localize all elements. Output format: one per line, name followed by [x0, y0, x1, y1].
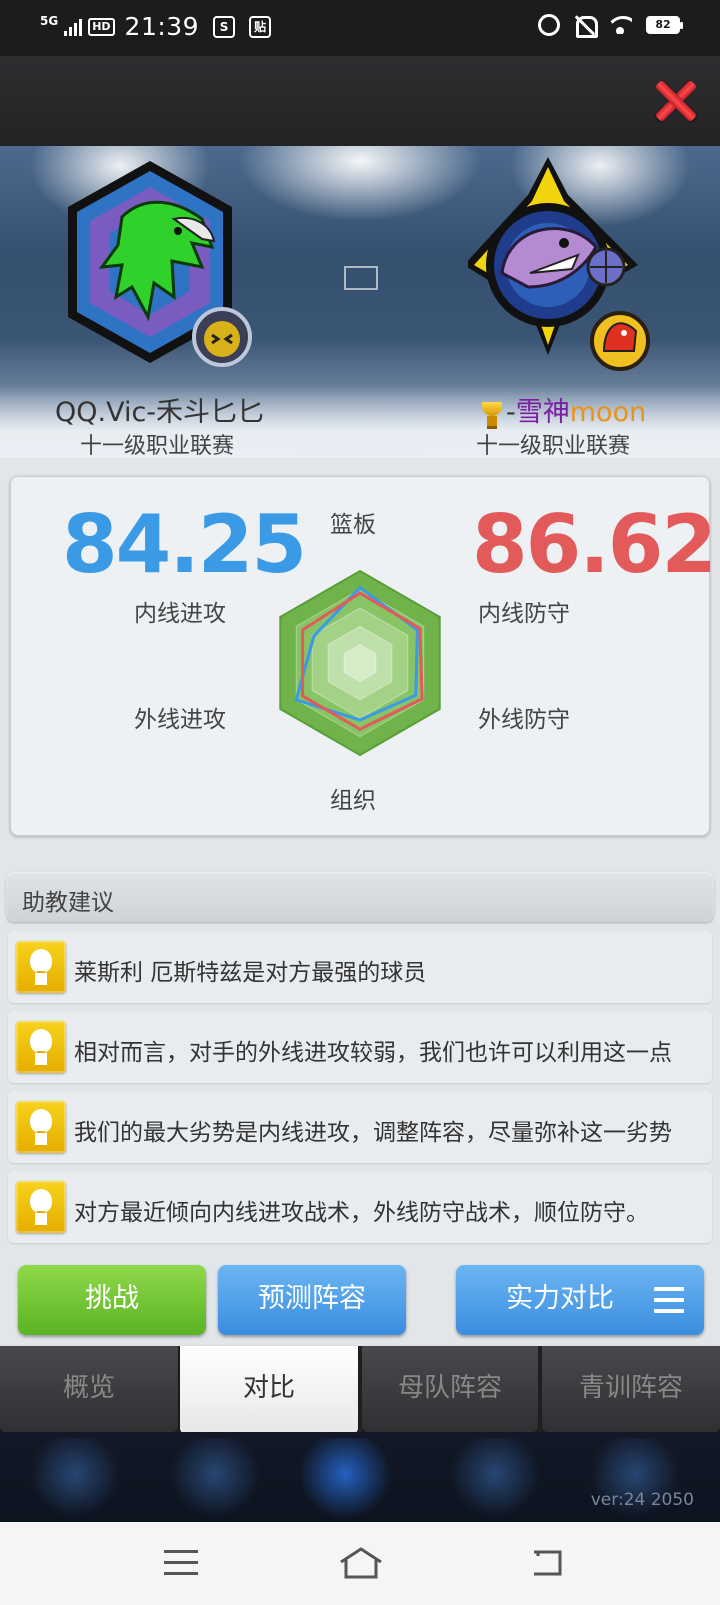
advice-text: 我们的最大劣势是内线进攻，调整阵容，尽量弥补这一劣势	[74, 1120, 672, 1146]
radar-label-inside-offense: 内线进攻	[134, 601, 226, 627]
tab-parent-roster[interactable]: 母队阵容	[362, 1346, 538, 1432]
eagle-hexagon-logo-icon[interactable]	[62, 157, 252, 375]
hoop-decoration	[344, 266, 378, 290]
left-team-name: QQ.Vic-禾斗匕匕	[55, 397, 265, 428]
system-nav-bar	[0, 1522, 720, 1605]
tab-compare[interactable]: 对比	[180, 1346, 358, 1434]
app-screen: 5G HD 21:39 S 贴 82 QQ.Vic-禾斗匕匕 -雪神moon 十…	[0, 0, 720, 1605]
wifi-icon	[608, 16, 632, 34]
radar-label-inside-defense: 内线防守	[478, 601, 570, 627]
right-team-name-prefix: -	[506, 397, 516, 428]
advice-header: 助教建议	[6, 872, 714, 922]
left-team-league: 十一级职业联赛	[80, 434, 235, 459]
radar-label-outside-offense: 外线进攻	[134, 707, 226, 733]
trophy-icon	[480, 400, 504, 429]
notification-app-icon: S	[213, 15, 236, 38]
recent-apps-icon[interactable]	[164, 1550, 198, 1576]
right-team-name: -雪神moon	[480, 390, 646, 429]
right-team-league: 十一级职业联赛	[476, 434, 631, 459]
dock-item-icon	[300, 1438, 390, 1518]
radar-chart	[279, 569, 441, 757]
advice-item: 莱斯利 厄斯特兹是对方最强的球员	[8, 931, 712, 1003]
status-bar: 5G HD 21:39 S 贴 82	[0, 0, 720, 56]
tab-youth-roster[interactable]: 青训阵容	[542, 1346, 720, 1432]
advice-text: 莱斯利 厄斯特兹是对方最强的球员	[74, 960, 427, 986]
version-label: ver:24 2050	[590, 1490, 694, 1510]
dock-item-icon	[170, 1438, 260, 1518]
radar-label-playmaking: 组织	[330, 788, 376, 814]
home-icon[interactable]	[338, 1546, 384, 1580]
radar-label-outside-defense: 外线防守	[478, 707, 570, 733]
dialog-header	[0, 56, 720, 146]
mute-bell-icon	[574, 14, 598, 38]
right-team-name-suffix: moon	[569, 397, 647, 428]
strength-compare-label: 实力对比	[506, 1283, 614, 1314]
back-icon[interactable]	[530, 1548, 566, 1578]
lightbulb-icon	[16, 1181, 66, 1233]
clock: 21:39	[124, 12, 200, 41]
advice-item: 我们的最大劣势是内线进攻，调整阵容，尽量弥补这一劣势	[8, 1091, 712, 1163]
advice-text: 对方最近倾向内线进攻战术，外线防守战术，顺位防守。	[74, 1200, 649, 1226]
notification-tieba-icon: 贴	[249, 15, 272, 38]
status-right: 82	[538, 14, 683, 38]
signal-icon	[64, 18, 83, 36]
advice-item: 相对而言，对手的外线进攻较弱，我们也许可以利用这一点	[8, 1011, 712, 1083]
advice-text: 相对而言，对手的外线进攻较弱，我们也许可以利用这一点	[74, 1040, 672, 1066]
status-left: 5G HD 21:39 S 贴	[40, 12, 272, 41]
tab-overview[interactable]: 概览	[0, 1346, 178, 1432]
radar-label-rebound: 篮板	[330, 512, 376, 538]
close-icon[interactable]	[652, 78, 698, 124]
battery-icon: 82	[646, 16, 683, 34]
menu-icon	[654, 1287, 684, 1313]
alarm-icon	[538, 14, 560, 36]
lightbulb-icon	[16, 1101, 66, 1153]
hd-badge: HD	[88, 17, 115, 36]
lightbulb-icon	[16, 941, 66, 993]
advice-item: 对方最近倾向内线进攻战术，外线防守战术，顺位防守。	[8, 1171, 712, 1243]
right-team-score: 86.62	[472, 498, 717, 591]
dock-item-icon	[450, 1438, 540, 1518]
challenge-button[interactable]: 挑战	[18, 1265, 206, 1335]
predict-lineup-button[interactable]: 预测阵容	[218, 1265, 406, 1335]
right-team-name-main: 雪神	[515, 397, 570, 428]
shark-basketball-logo-icon[interactable]	[468, 155, 658, 373]
network-type: 5G	[40, 13, 59, 28]
lightbulb-icon	[16, 1021, 66, 1073]
game-dock: ver:24 2050	[0, 1432, 720, 1522]
advice-title: 助教建议	[22, 890, 114, 916]
strength-compare-button[interactable]: 实力对比	[456, 1265, 704, 1335]
dock-item-icon	[30, 1438, 120, 1518]
